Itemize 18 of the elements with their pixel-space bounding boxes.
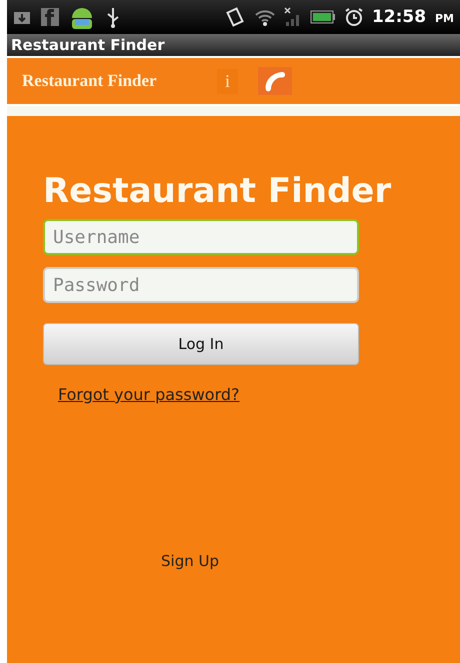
alarm-clock-icon (344, 7, 364, 27)
call-button[interactable] (258, 67, 292, 95)
app-heading: Restaurant Finder (43, 171, 392, 211)
forgot-password-link[interactable]: Forgot your password? (58, 385, 240, 404)
battery-icon (310, 10, 336, 24)
login-button[interactable]: Log In (43, 323, 359, 365)
sign-up-link[interactable]: Sign Up (161, 552, 219, 570)
input-field[interactable]: Password (43, 267, 359, 303)
phone-icon (263, 70, 288, 92)
input-field[interactable]: Username (43, 219, 359, 255)
signal-icon (284, 7, 302, 27)
clock: 12:58 PM (372, 7, 454, 27)
wifi-icon (254, 8, 276, 26)
vibrate-icon (224, 7, 246, 27)
download-icon (13, 9, 31, 25)
window-title: Restaurant Finder (7, 34, 460, 56)
toolbar-title: Restaurant Finder (22, 71, 158, 91)
usb-icon (105, 6, 121, 28)
